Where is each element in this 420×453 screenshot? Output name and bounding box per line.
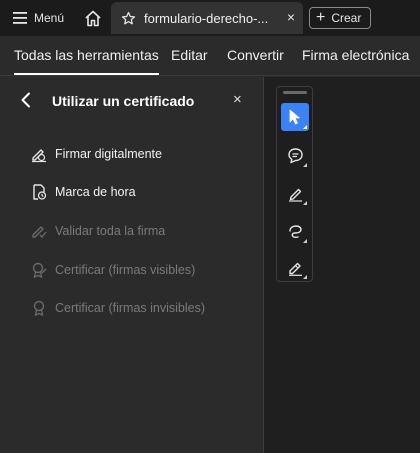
certify-visible-item: Certificar (firmas visibles) (30, 259, 195, 281)
quick-tools-toolbar (276, 86, 313, 282)
submenu-indicator (303, 201, 307, 205)
certificate-panel: Utilizar un certificado × Firmar digital… (0, 77, 264, 453)
home-icon (85, 10, 101, 26)
plus-icon: + (316, 9, 326, 26)
document-tab[interactable]: formulario-derecho-... × (111, 2, 303, 34)
certify-visible-icon (32, 262, 47, 279)
submenu-indicator (303, 275, 307, 279)
home-button[interactable] (74, 0, 112, 36)
fill-sign-icon (288, 262, 302, 276)
star-icon[interactable] (121, 11, 136, 26)
create-label: Crear (331, 11, 362, 25)
item-label: Validar toda la firma (55, 224, 166, 238)
menu-button[interactable]: Menú (0, 0, 65, 36)
sign-pen-icon (32, 149, 46, 163)
sign-digitally-item[interactable]: Firmar digitalmente (30, 143, 162, 165)
timestamp-item[interactable]: Marca de hora (30, 181, 136, 203)
tab-e-signature[interactable]: Firma electrónica (302, 47, 409, 63)
certify-invisible-item: Certificar (firmas invisibles) (30, 297, 205, 319)
validate-signature-icon (32, 226, 47, 239)
back-arrow-icon[interactable] (20, 92, 32, 108)
fill-sign-tool-button[interactable] (281, 253, 309, 281)
timestamp-icon (33, 184, 47, 200)
tab-all-tools[interactable]: Todas las herramientas (14, 47, 159, 75)
submenu-indicator (303, 125, 307, 129)
tab-edit[interactable]: Editar (171, 47, 208, 63)
top-bar: Menú formulario-derecho-... × + Crear (0, 0, 420, 36)
certify-invisible-icon (33, 300, 45, 317)
tab-convert[interactable]: Convertir (227, 47, 284, 63)
hamburger-icon (13, 12, 27, 24)
comment-icon (287, 147, 303, 163)
item-label: Marca de hora (55, 185, 136, 199)
highlight-pen-icon (288, 188, 302, 202)
select-cursor-icon (289, 109, 300, 125)
panel-header: Utilizar un certificado × (0, 77, 264, 125)
highlight-tool-button[interactable] (281, 179, 309, 207)
tool-nav: Todas las herramientas Editar Convertir … (0, 36, 420, 76)
submenu-indicator (303, 239, 307, 243)
menu-label: Menú (34, 11, 65, 25)
create-button[interactable]: + Crear (309, 7, 371, 29)
validate-signature-item: Validar toda la firma (30, 220, 165, 242)
item-label: Firmar digitalmente (55, 147, 162, 161)
panel-title: Utilizar un certificado (52, 93, 195, 109)
submenu-indicator (303, 163, 307, 167)
item-label: Certificar (firmas invisibles) (55, 301, 206, 315)
item-label: Certificar (firmas visibles) (55, 263, 196, 277)
draw-lasso-icon (288, 224, 302, 238)
tab-title: formulario-derecho-... (144, 10, 269, 26)
toolbar-drag-handle[interactable] (283, 91, 307, 94)
panel-close-icon[interactable]: × (233, 91, 242, 108)
comment-tool-button[interactable] (281, 141, 309, 169)
select-tool-button[interactable] (281, 103, 309, 131)
tab-close-icon[interactable]: × (287, 9, 295, 25)
draw-tool-button[interactable] (281, 217, 309, 245)
